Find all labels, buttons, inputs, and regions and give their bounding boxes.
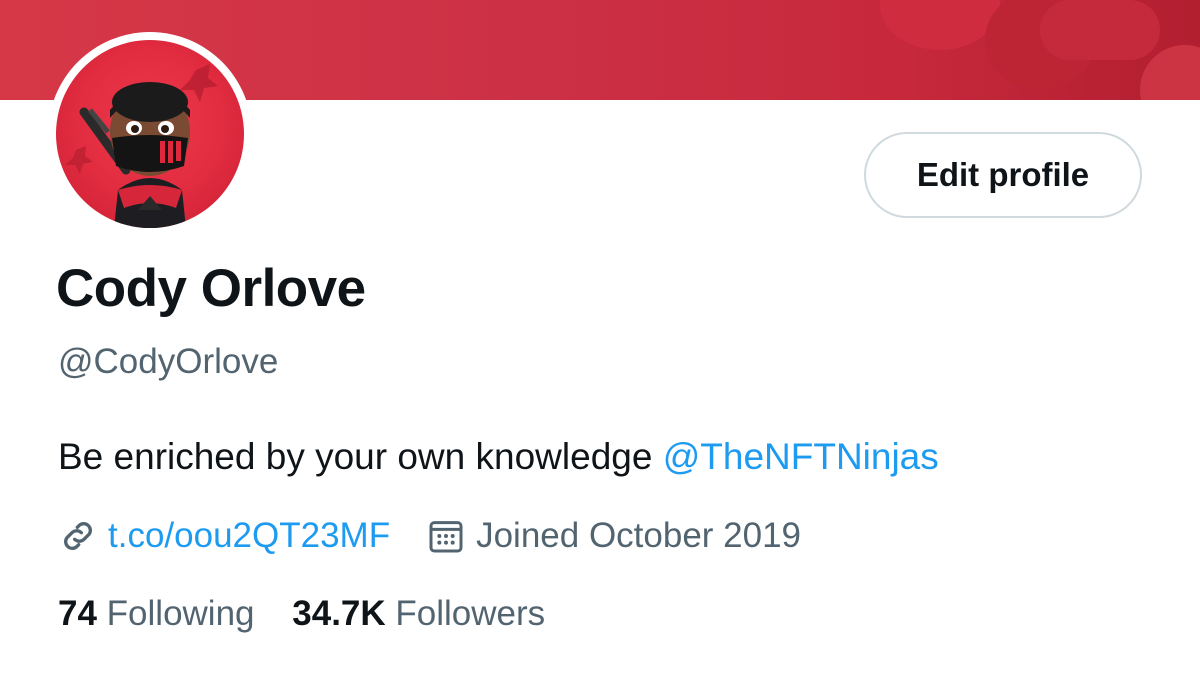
profile-meta: t.co/oou2QT23MF Joined October 2019 (58, 512, 801, 560)
profile-stats: 74 Following 34.7K Followers (58, 594, 573, 634)
display-name: Cody Orlove (56, 259, 366, 318)
followers-stat[interactable]: 34.7K Followers (292, 594, 545, 633)
profile-avatar[interactable] (48, 32, 252, 236)
website-link[interactable]: t.co/oou2QT23MF (108, 516, 390, 556)
followers-count: 34.7K (292, 594, 386, 633)
profile-page: Edit profile Cody Orlove @CodyOrlove Be … (0, 0, 1200, 675)
joined-date: Joined October 2019 (476, 516, 802, 555)
bio-text: Be enriched by your own knowledge (58, 436, 663, 477)
calendar-icon (426, 516, 466, 556)
bio-mention-link[interactable]: @TheNFTNinjas (663, 436, 939, 477)
link-icon (58, 516, 98, 556)
following-count: 74 (58, 594, 97, 633)
avatar-image (56, 40, 244, 228)
following-stat[interactable]: 74 Following (58, 594, 255, 633)
user-handle: @CodyOrlove (58, 342, 279, 381)
profile-bio: Be enriched by your own knowledge @TheNF… (58, 436, 939, 478)
followers-label: Followers (395, 594, 546, 633)
following-label: Following (106, 594, 255, 633)
edit-profile-button[interactable]: Edit profile (864, 132, 1142, 218)
